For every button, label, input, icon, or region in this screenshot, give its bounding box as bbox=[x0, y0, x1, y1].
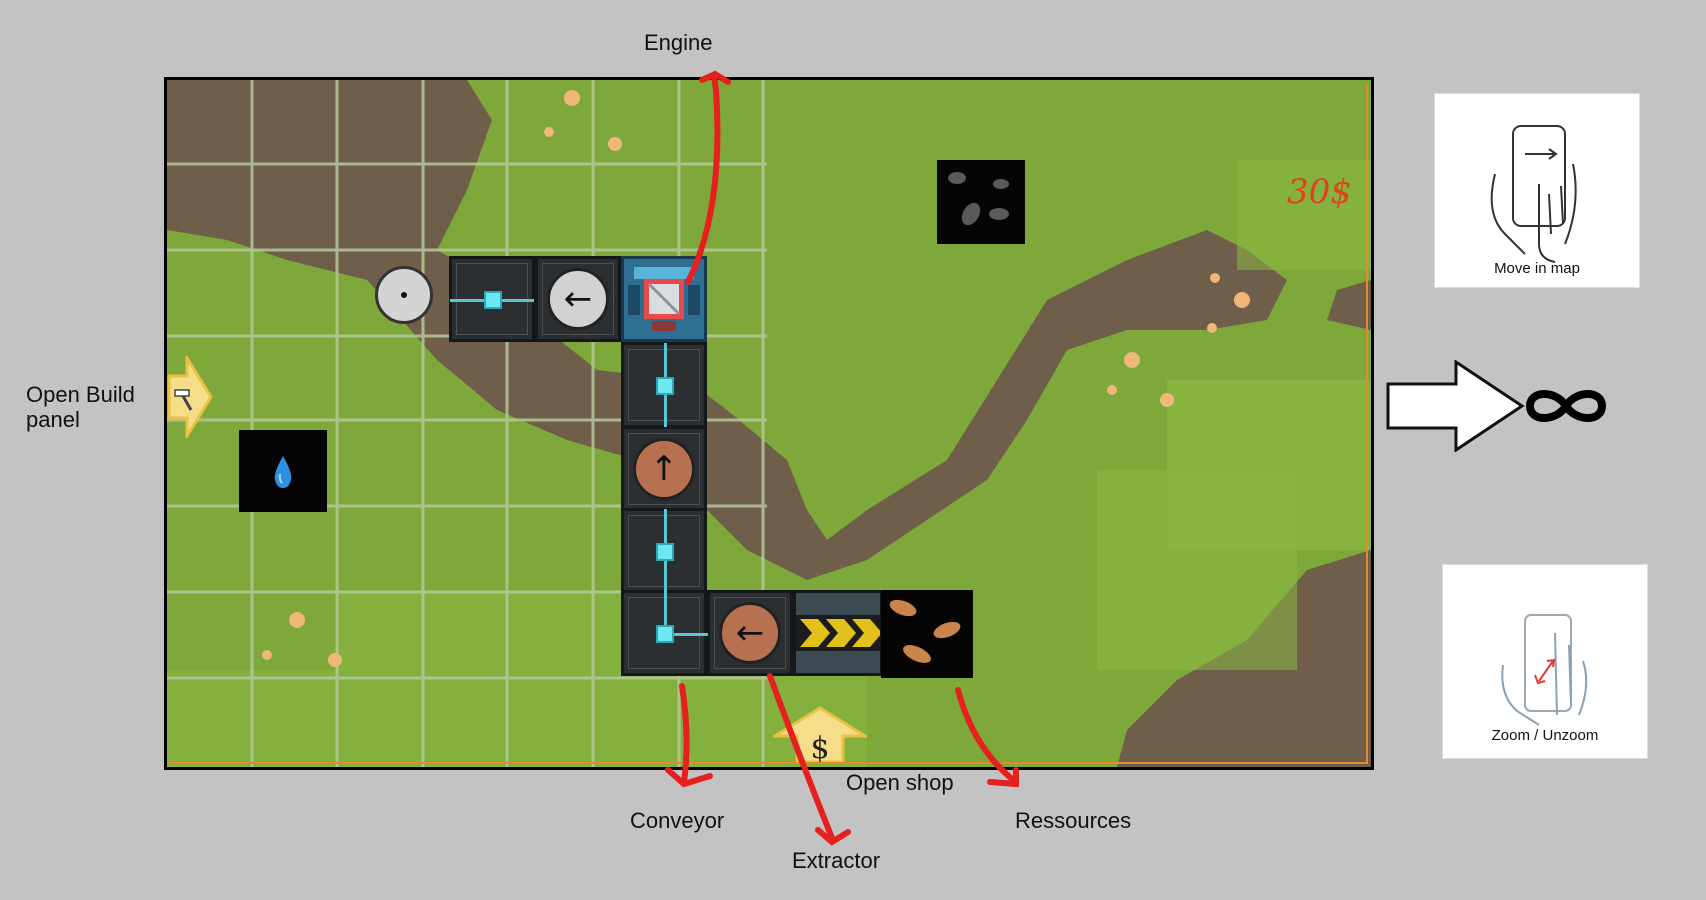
label-engine: Engine bbox=[644, 30, 713, 55]
gesture-label-move: Move in map bbox=[1494, 260, 1580, 277]
label-open-build-panel: Open Build panel bbox=[26, 382, 135, 432]
game-map[interactable]: ← ↑ ← $ 30$ bbox=[164, 77, 1374, 770]
gesture-card-zoom: Zoom / Unzoom bbox=[1442, 564, 1648, 759]
swipe-gesture-icon bbox=[1490, 125, 1577, 263]
infinity-icon bbox=[1525, 390, 1606, 422]
label-conveyor: Conveyor bbox=[630, 808, 725, 833]
pinch-zoom-icon bbox=[1501, 614, 1588, 726]
label-extractor: Extractor bbox=[792, 848, 881, 873]
label-open-shop: Open shop bbox=[846, 770, 954, 795]
gesture-card-move: Move in map bbox=[1434, 93, 1640, 288]
label-ressources: Ressources bbox=[1015, 808, 1132, 833]
map-border bbox=[170, 83, 1368, 764]
infinite-map-indicator bbox=[1386, 360, 1606, 452]
money-counter: 30$ bbox=[1287, 172, 1352, 212]
gesture-label-zoom: Zoom / Unzoom bbox=[1491, 727, 1599, 744]
